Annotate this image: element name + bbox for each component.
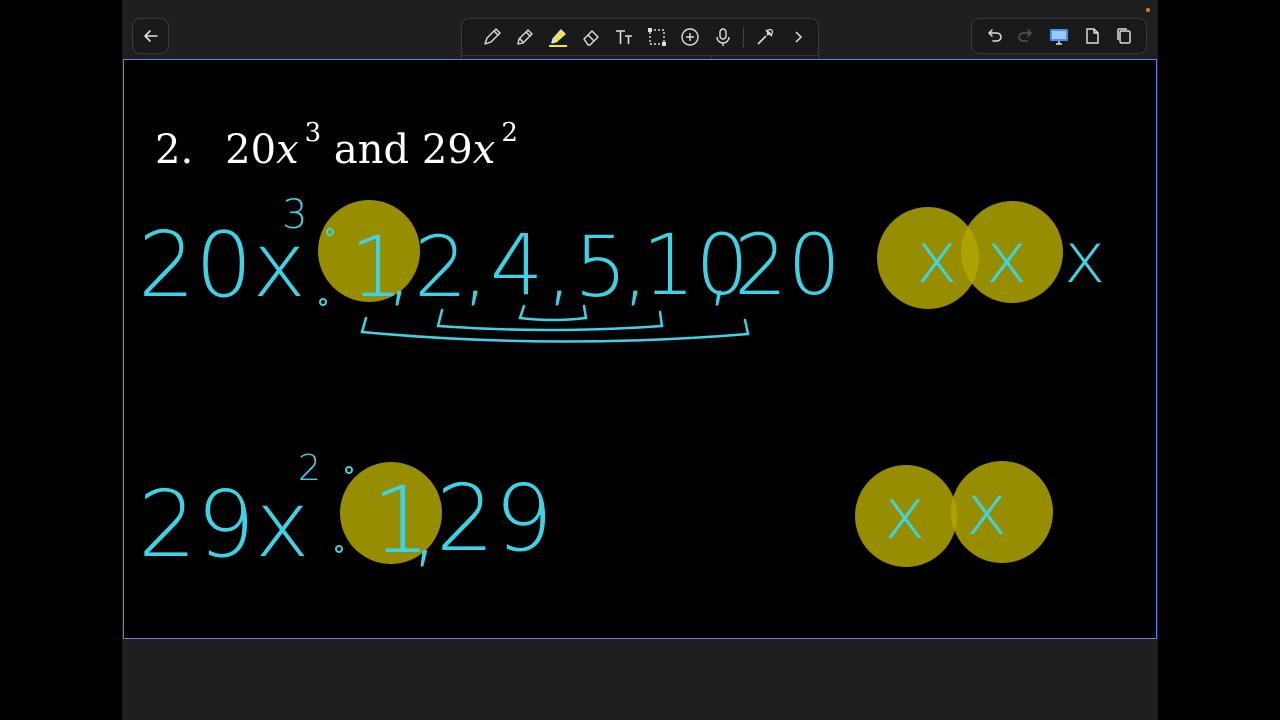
row1-term: 20x: [138, 213, 306, 318]
row1-factor: 4: [490, 216, 543, 314]
row2-colon-top: [345, 466, 353, 474]
row1-x-marks: x x x: [916, 217, 1105, 299]
row1-factor: 5: [574, 218, 627, 316]
handwriting-layer: 20x 3 1 , 2 , 4 , 5 , 10 , 20 x x x 29x …: [138, 192, 1105, 578]
row2-factor-list: 1 , 29: [372, 465, 553, 578]
row1-factor: 2: [414, 218, 467, 316]
row2-x-mark: x: [884, 473, 925, 555]
row1-comma: ,: [546, 218, 573, 316]
row1-comma: ,: [462, 218, 489, 316]
row1-colon-bottom: [319, 298, 327, 306]
row1-factor-list: 1 , 2 , 4 , 5 , 10 , 20: [350, 216, 841, 316]
row2-factor: 29: [436, 465, 553, 572]
row1-x-mark: x: [986, 217, 1027, 299]
row1-factor: 10: [642, 216, 749, 314]
row1-comma: ,: [706, 218, 733, 316]
row1-exponent: 3: [282, 192, 307, 238]
row2-colon-bottom: [335, 545, 343, 553]
row1-x-mark: x: [1064, 217, 1105, 299]
row1-x-mark: x: [916, 217, 957, 299]
row1-comma: ,: [386, 218, 413, 316]
row2-exponent: 2: [298, 448, 321, 489]
row2-x-mark: x: [966, 469, 1007, 551]
row2-term: 29x: [138, 471, 310, 578]
row1-factor: 20: [734, 216, 841, 314]
row2-comma: ,: [410, 471, 439, 578]
